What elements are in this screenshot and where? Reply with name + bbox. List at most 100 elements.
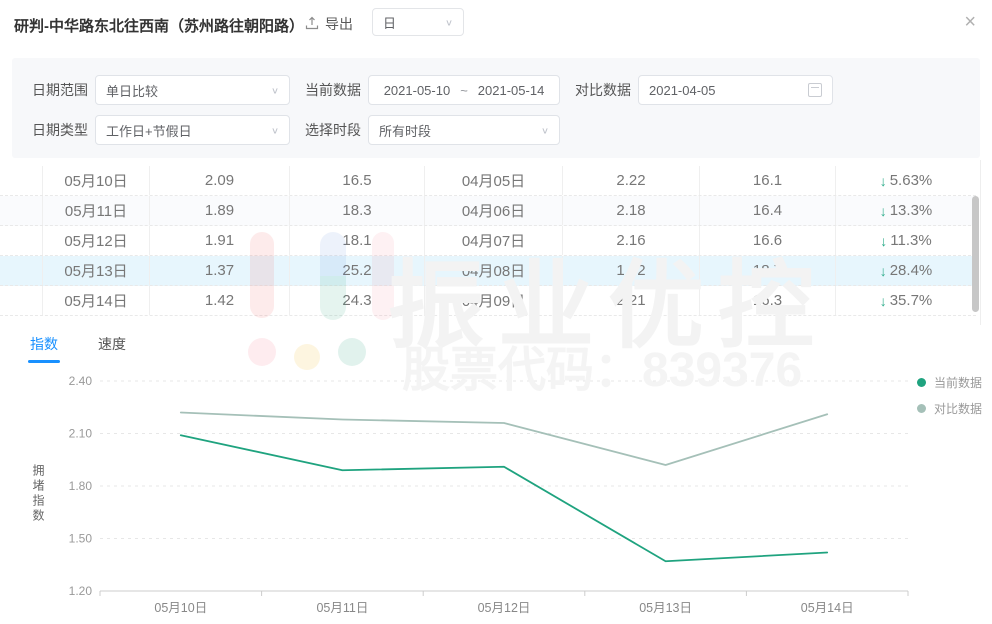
table-scrollbar[interactable] <box>972 196 979 312</box>
time-period-value: 所有时段 <box>379 121 431 140</box>
table-row[interactable]: 05月14日1.4224.304月09日2.2116.3↓35.7% <box>0 286 976 316</box>
chart-canvas: 2.402.101.801.501.2005月10日05月11日05月12日05… <box>0 368 992 624</box>
down-arrow-icon: ↓ <box>880 203 887 219</box>
chevron-down-icon: ∨ <box>445 17 453 27</box>
legend-item[interactable]: 对比数据 <box>917 400 982 417</box>
cell-compare-date: 04月08日 <box>425 256 563 285</box>
legend-item[interactable]: 当前数据 <box>917 374 982 391</box>
cell-date: 05月12日 <box>43 226 150 255</box>
date-type-label: 日期类型 <box>32 115 88 145</box>
chevron-down-icon: ∨ <box>271 125 279 135</box>
filter-panel: 日期范围 单日比较 ∨ 当前数据 2021-05-10 ~ 2021-05-14… <box>12 58 980 158</box>
watermark-dot-yellow <box>294 344 320 370</box>
down-arrow-icon: ↓ <box>880 233 887 249</box>
export-label: 导出 <box>325 14 353 34</box>
line-chart: 2.402.101.801.501.2005月10日05月11日05月12日05… <box>0 368 992 624</box>
svg-text:2.10: 2.10 <box>69 427 93 441</box>
export-icon <box>305 16 319 33</box>
svg-text:1.80: 1.80 <box>69 479 93 493</box>
date-range-value: 单日比较 <box>106 81 158 100</box>
row-gutter <box>0 256 43 285</box>
range-separator: ~ <box>460 83 468 98</box>
cell-compare-index: 2.18 <box>563 196 700 225</box>
svg-text:1.50: 1.50 <box>69 532 93 546</box>
chart-legend: 当前数据对比数据 <box>917 374 982 417</box>
watermark-dot-pink <box>248 338 276 366</box>
cell-index: 1.91 <box>150 226 290 255</box>
y-axis-title: 拥堵指数 <box>30 464 47 524</box>
current-data-label: 当前数据 <box>305 75 361 105</box>
cell-index: 1.37 <box>150 256 290 285</box>
comparison-table: 05月10日2.0916.504月05日2.2216.1↓5.63%05月11日… <box>0 166 976 316</box>
svg-text:05月13日: 05月13日 <box>639 601 692 615</box>
table-row[interactable]: 05月10日2.0916.504月05日2.2216.1↓5.63% <box>0 166 976 196</box>
time-period-select[interactable]: 所有时段 ∨ <box>368 115 560 145</box>
current-data-range-picker[interactable]: 2021-05-10 ~ 2021-05-14 <box>368 75 560 105</box>
row-gutter <box>0 286 43 315</box>
cell-compare-date: 04月07日 <box>425 226 563 255</box>
cell-change: ↓5.63% <box>836 166 976 195</box>
svg-text:05月14日: 05月14日 <box>801 601 854 615</box>
cell-date: 05月13日 <box>43 256 150 285</box>
time-period-label: 选择时段 <box>305 115 361 145</box>
svg-text:05月11日: 05月11日 <box>316 601 368 615</box>
current-data-end: 2021-05-14 <box>478 83 545 98</box>
legend-label: 当前数据 <box>934 374 982 391</box>
granularity-select[interactable]: 日 ∨ <box>372 8 464 36</box>
comparison-table-body: 05月10日2.0916.504月05日2.2216.1↓5.63%05月11日… <box>0 166 976 316</box>
legend-label: 对比数据 <box>934 400 982 417</box>
close-icon[interactable]: × <box>964 12 976 32</box>
svg-text:2.40: 2.40 <box>69 374 93 388</box>
table-right-border <box>980 160 981 325</box>
down-arrow-icon: ↓ <box>880 263 887 279</box>
cell-compare-speed: 16.1 <box>700 166 836 195</box>
export-button[interactable]: 导出 <box>305 14 353 34</box>
modal-header: 研判-中华路东北往西南（苏州路往朝阳路） 导出 日 ∨ × <box>0 0 992 48</box>
cell-date: 05月10日 <box>43 166 150 195</box>
cell-compare-speed: 16.6 <box>700 226 836 255</box>
cell-compare-speed: 16.3 <box>700 286 836 315</box>
current-data-start: 2021-05-10 <box>384 83 451 98</box>
cell-speed: 18.1 <box>290 226 425 255</box>
cell-speed: 24.3 <box>290 286 425 315</box>
cell-compare-index: 1.92 <box>563 256 700 285</box>
cell-index: 1.42 <box>150 286 290 315</box>
cell-compare-date: 04月05日 <box>425 166 563 195</box>
tab-active[interactable]: 指数 <box>30 334 58 363</box>
row-gutter <box>0 226 43 255</box>
cell-compare-index: 2.22 <box>563 166 700 195</box>
chart-tabs: 指数 速度 <box>30 334 126 363</box>
legend-dot-icon <box>917 378 926 387</box>
chevron-down-icon: ∨ <box>271 85 279 95</box>
cell-speed: 18.3 <box>290 196 425 225</box>
legend-dot-icon <box>917 404 926 413</box>
tab-inactive[interactable]: 速度 <box>98 334 126 363</box>
cell-change: ↓11.3% <box>836 226 976 255</box>
cell-compare-date: 04月09日 <box>425 286 563 315</box>
date-type-value: 工作日+节假日 <box>106 121 192 140</box>
chevron-down-icon: ∨ <box>541 125 549 135</box>
granularity-value: 日 <box>383 13 396 32</box>
table-row[interactable]: 05月12日1.9118.104月07日2.1616.6↓11.3% <box>0 226 976 256</box>
cell-compare-index: 2.16 <box>563 226 700 255</box>
table-row[interactable]: 05月11日1.8918.304月06日2.1816.4↓13.3% <box>0 196 976 226</box>
calendar-icon <box>808 83 822 97</box>
cell-compare-date: 04月06日 <box>425 196 563 225</box>
cell-index: 2.09 <box>150 166 290 195</box>
down-arrow-icon: ↓ <box>880 293 887 309</box>
cell-speed: 25.2 <box>290 256 425 285</box>
compare-data-value: 2021-04-05 <box>649 83 716 98</box>
date-range-label: 日期范围 <box>32 75 88 105</box>
compare-data-picker[interactable]: 2021-04-05 <box>638 75 833 105</box>
cell-compare-index: 2.21 <box>563 286 700 315</box>
table-row[interactable]: 05月13日1.3725.204月08日1.9218.7↓28.4% <box>0 256 976 286</box>
date-type-select[interactable]: 工作日+节假日 ∨ <box>95 115 290 145</box>
svg-text:05月12日: 05月12日 <box>478 601 531 615</box>
svg-text:1.20: 1.20 <box>69 584 93 598</box>
congestion-analysis-modal: 研判-中华路东北往西南（苏州路往朝阳路） 导出 日 ∨ × 日期范围 单日比较 … <box>0 0 992 624</box>
cell-date: 05月11日 <box>43 196 150 225</box>
date-range-select[interactable]: 单日比较 ∨ <box>95 75 290 105</box>
row-gutter <box>0 196 43 225</box>
cell-compare-speed: 16.4 <box>700 196 836 225</box>
cell-change: ↓13.3% <box>836 196 976 225</box>
